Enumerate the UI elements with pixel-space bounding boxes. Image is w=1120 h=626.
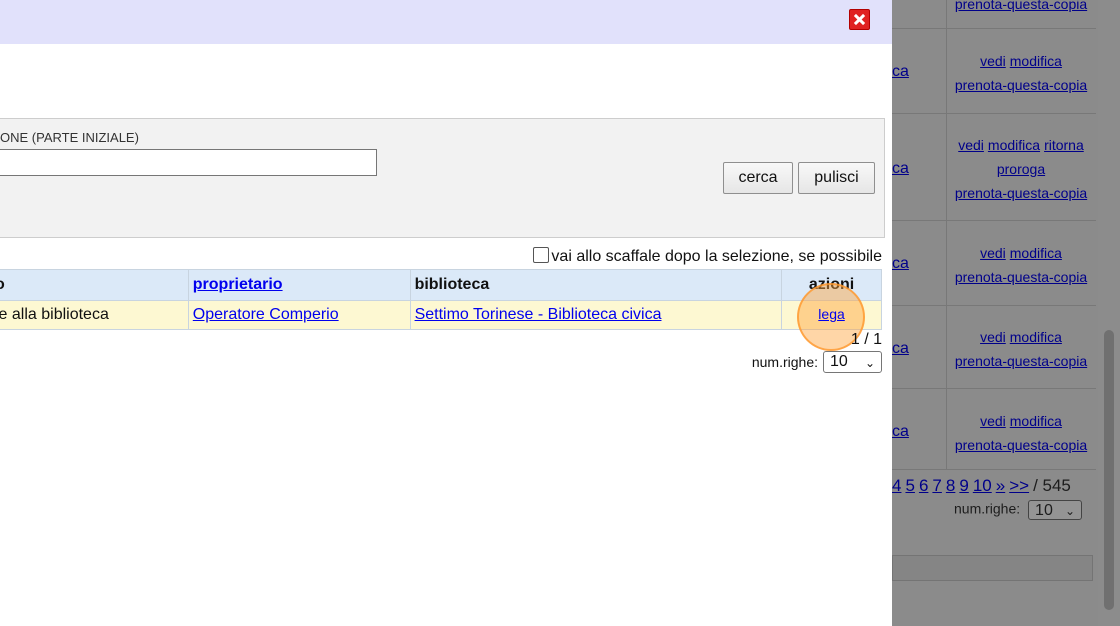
go-to-shelf-checkbox[interactable] bbox=[533, 247, 550, 263]
results-table: o proprietario biblioteca azioni le alla… bbox=[0, 269, 882, 330]
cell-col0: le alla biblioteca bbox=[0, 300, 189, 330]
lega-link[interactable]: lega bbox=[818, 306, 844, 322]
close-icon[interactable] bbox=[849, 9, 870, 30]
go-to-shelf-label: vai allo scaffale dopo la selezione, se … bbox=[551, 248, 882, 265]
page-info: 1 / 1 bbox=[850, 331, 882, 348]
library-link[interactable]: Settimo Torinese - Biblioteca civica bbox=[415, 306, 662, 323]
cerca-button[interactable]: cerca bbox=[723, 162, 793, 194]
numrighe-label: num.righe: bbox=[751, 354, 818, 370]
search-input[interactable] bbox=[0, 149, 377, 176]
numrighe-select[interactable]: 10 ⌄ bbox=[823, 351, 882, 373]
search-label: ONE (PARTE INIZIALE) bbox=[0, 130, 139, 145]
pulisci-button[interactable]: pulisci bbox=[798, 162, 875, 194]
col-header-0: o bbox=[0, 269, 189, 301]
selection-dialog: ONE (PARTE INIZIALE) cerca pulisci vai a… bbox=[0, 0, 892, 626]
col-header-proprietario[interactable]: proprietario bbox=[193, 276, 283, 293]
table-row: le alla biblioteca Operatore Comperio Se… bbox=[0, 300, 882, 330]
owner-link[interactable]: Operatore Comperio bbox=[193, 306, 339, 323]
col-header-biblioteca: biblioteca bbox=[409, 269, 783, 301]
table-header-row: o proprietario biblioteca azioni bbox=[0, 269, 882, 301]
chevron-down-icon: ⌄ bbox=[864, 356, 875, 370]
go-to-shelf-option: vai allo scaffale dopo la selezione, se … bbox=[533, 247, 882, 266]
numrighe-control: num.righe: 10 ⌄ bbox=[752, 351, 882, 373]
col-header-azioni: azioni bbox=[781, 269, 882, 301]
dialog-header bbox=[0, 0, 892, 44]
